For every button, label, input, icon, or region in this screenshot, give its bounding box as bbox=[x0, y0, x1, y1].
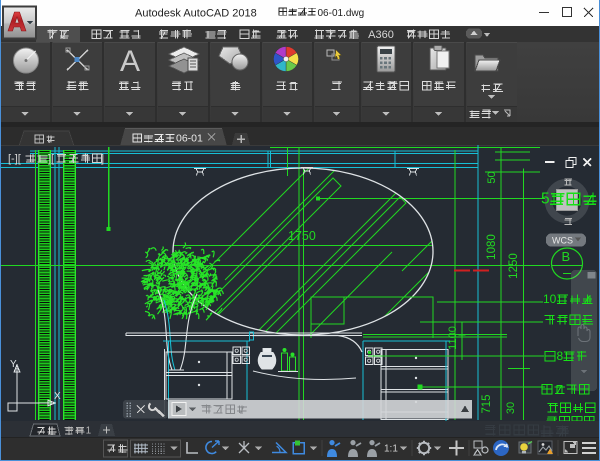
svg-text:1250: 1250 bbox=[508, 253, 520, 279]
svg-text:A: A bbox=[120, 45, 140, 78]
svg-text:Autodesk AutoCAD 2018: Autodesk AutoCAD 2018 bbox=[135, 8, 257, 20]
svg-text:[-][: [-][ bbox=[8, 153, 21, 165]
svg-text:1:1: 1:1 bbox=[384, 444, 398, 455]
svg-text:Y: Y bbox=[10, 359, 17, 370]
svg-text:X: X bbox=[54, 391, 61, 402]
svg-text:06-01.dwg: 06-01.dwg bbox=[318, 8, 365, 19]
svg-text:715: 715 bbox=[481, 394, 493, 413]
svg-text:1080: 1080 bbox=[486, 234, 498, 260]
svg-text:1100: 1100 bbox=[447, 326, 459, 350]
svg-text:1: 1 bbox=[86, 426, 92, 437]
svg-text:06-01: 06-01 bbox=[176, 133, 203, 145]
svg-text:50: 50 bbox=[486, 171, 498, 183]
svg-text:][: ][ bbox=[48, 153, 54, 165]
svg-text:10: 10 bbox=[543, 292, 557, 306]
svg-text:1750: 1750 bbox=[288, 229, 316, 243]
svg-text:]: ] bbox=[101, 153, 104, 165]
svg-text:30: 30 bbox=[505, 402, 517, 414]
svg-text:8: 8 bbox=[557, 349, 564, 363]
svg-text:A360: A360 bbox=[368, 29, 394, 41]
svg-text:B: B bbox=[562, 249, 571, 264]
svg-text:WCS: WCS bbox=[552, 236, 573, 246]
svg-text:5: 5 bbox=[541, 191, 550, 208]
